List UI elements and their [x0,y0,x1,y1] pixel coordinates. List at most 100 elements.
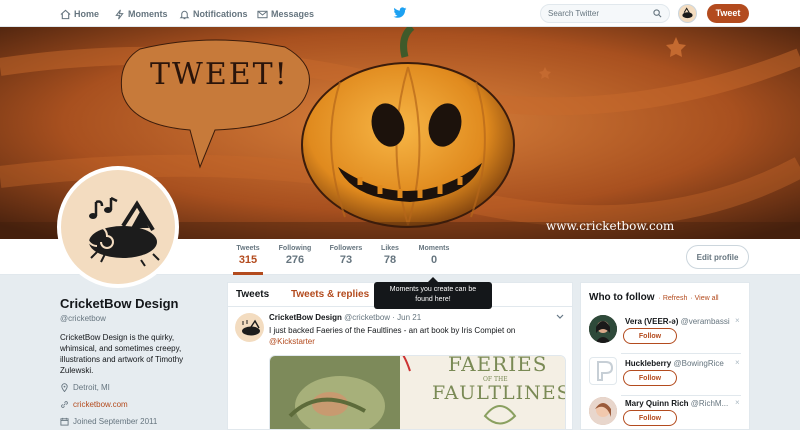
search-input[interactable]: Search Twitter [540,4,670,23]
profile-website[interactable]: cricketbow.com [60,399,220,410]
profile-website-link[interactable]: cricketbow.com [73,400,128,409]
search-icon[interactable] [653,9,662,18]
stat-value: 73 [339,254,353,266]
suggestion-avatar[interactable] [589,397,617,425]
cricket-logo-icon [682,7,693,19]
tweet-author-name[interactable]: CricketBow Design [269,313,342,322]
tweet-avatar[interactable] [235,313,264,342]
tweet-author-handle[interactable]: @cricketbow [344,313,390,322]
stat-likes[interactable]: Likes 78 [378,245,402,266]
stat-label: Likes [381,245,399,252]
tab-tweets[interactable]: Tweets [236,289,269,300]
follow-suggestion[interactable]: Huckleberry @BowingRice × Follow [589,357,743,395]
profile-joined: Joined September 2011 [60,416,220,427]
profile-location: Detroit, MI [60,382,220,393]
suggestion-handle[interactable]: @BowingRice [673,359,723,368]
lightning-icon [115,9,124,19]
twitter-bird-icon[interactable] [393,7,407,19]
moments-tooltip: Moments you create can be found here! [374,277,492,309]
profile-bio: CricketBow Design is the quirky, whimsic… [60,333,184,375]
dismiss-icon[interactable]: × [735,316,740,325]
tweet-text: I just backed Faeries of the Faultlines … [269,325,559,347]
suggestion-identity: Huckleberry @BowingRice [625,359,737,368]
suggestion-avatar[interactable] [589,357,617,385]
tooltip-line-2: found here! [415,296,451,303]
book-title-line-1: FAERIES [448,355,548,376]
tweet-media-card[interactable]: FAERIES OF THE FAULTLINES [269,355,566,429]
tab-tweets-and-replies[interactable]: Tweets & replies [291,289,369,300]
profile-name[interactable]: CricketBow Design [60,296,220,311]
view-all-link[interactable]: · View all [690,295,718,302]
top-navigation-bar: Home Moments Notifications Messages Sear… [0,0,800,27]
tooltip-line-1: Moments you create can be [389,286,477,293]
suggestion-name[interactable]: Mary Quinn Rich [625,399,689,408]
bell-icon [179,10,190,19]
suggestion-handle[interactable]: @verambassi [681,317,730,326]
follow-button[interactable]: Follow [623,410,677,426]
stat-tweets[interactable]: Tweets 315 [233,245,263,275]
divider [621,353,741,354]
stat-value: 276 [285,254,305,266]
tweet-button[interactable]: Tweet [707,4,749,23]
calendar-icon [60,417,69,426]
stat-following[interactable]: Following 276 [277,245,313,266]
cricket-logo-icon [242,319,260,336]
home-icon [60,9,71,19]
follow-button[interactable]: Follow [623,328,677,344]
stat-moments[interactable]: Moments 0 [416,245,452,266]
banner-url-text: www.cricketbow.com [546,219,675,233]
user-photo [589,315,617,343]
stat-label: Moments [418,245,450,252]
suggestion-handle[interactable]: @RichM... [691,399,728,408]
profile-avatar[interactable] [57,166,179,288]
follow-suggestion[interactable]: Vera (VEER-ə) @verambassi × Follow [589,315,743,353]
stat-value: 78 [383,254,397,266]
search-placeholder: Search Twitter [548,9,599,18]
follow-button[interactable]: Follow [623,370,677,386]
nav-messages-label: Messages [271,9,315,19]
stat-label: Tweets [236,245,260,252]
nav-notifications-label: Notifications [193,9,248,19]
stat-followers[interactable]: Followers 73 [328,245,364,266]
profile-location-text: Detroit, MI [73,383,110,392]
suggestion-identity: Mary Quinn Rich @RichM... [625,399,737,408]
nav-moments[interactable]: Moments [114,6,168,22]
cricket-logo-icon [86,196,160,267]
stat-value: 315 [238,254,258,266]
suggestion-avatar[interactable] [589,315,617,343]
profile-handle[interactable]: @cricketbow [60,314,220,323]
tweet-item[interactable]: CricketBow Design @cricketbow · Jun 21 I… [228,307,572,429]
who-to-follow-panel: Who to follow · Refresh · View all Vera … [580,282,750,430]
nav-messages[interactable]: Messages [257,6,314,22]
stat-label: Following [278,245,312,252]
suggestion-name[interactable]: Huckleberry [625,359,671,368]
tweet-header: CricketBow Design @cricketbow · Jun 21 [269,313,421,322]
dismiss-icon[interactable]: × [735,398,740,407]
suggestion-identity: Vera (VEER-ə) @verambassi [625,317,737,326]
follow-suggestion[interactable]: Mary Quinn Rich @RichM... × Follow [589,397,743,429]
tweet-body: I just backed Faeries of the Faultlines … [269,326,516,335]
who-to-follow-title: Who to follow [589,292,655,303]
user-photo [589,397,617,425]
user-photo [597,361,614,381]
nav-avatar[interactable] [678,4,697,23]
profile-card: CricketBow Design @cricketbow CricketBow… [60,296,220,427]
stat-value: 0 [430,254,438,266]
nav-moments-label: Moments [128,9,168,19]
envelope-icon [257,10,268,18]
profile-joined-text: Joined September 2011 [73,417,158,426]
location-pin-icon [61,383,68,392]
divider [621,395,741,396]
chevron-down-icon[interactable] [556,314,564,320]
suggestion-name[interactable]: Vera (VEER-ə) [625,317,678,326]
dismiss-icon[interactable]: × [735,358,740,367]
edit-profile-button[interactable]: Edit profile [686,245,749,269]
who-to-follow-header: Who to follow · Refresh · View all [589,292,719,303]
tweet-date[interactable]: · Jun 21 [392,313,421,322]
link-icon [61,401,68,408]
banner-bubble-text: TWEET! [150,57,289,92]
tweet-mention-link[interactable]: @Kickstarter [269,337,315,346]
nav-notifications[interactable]: Notifications [179,6,248,22]
nav-home[interactable]: Home [60,6,99,22]
refresh-link[interactable]: · Refresh [659,295,688,302]
